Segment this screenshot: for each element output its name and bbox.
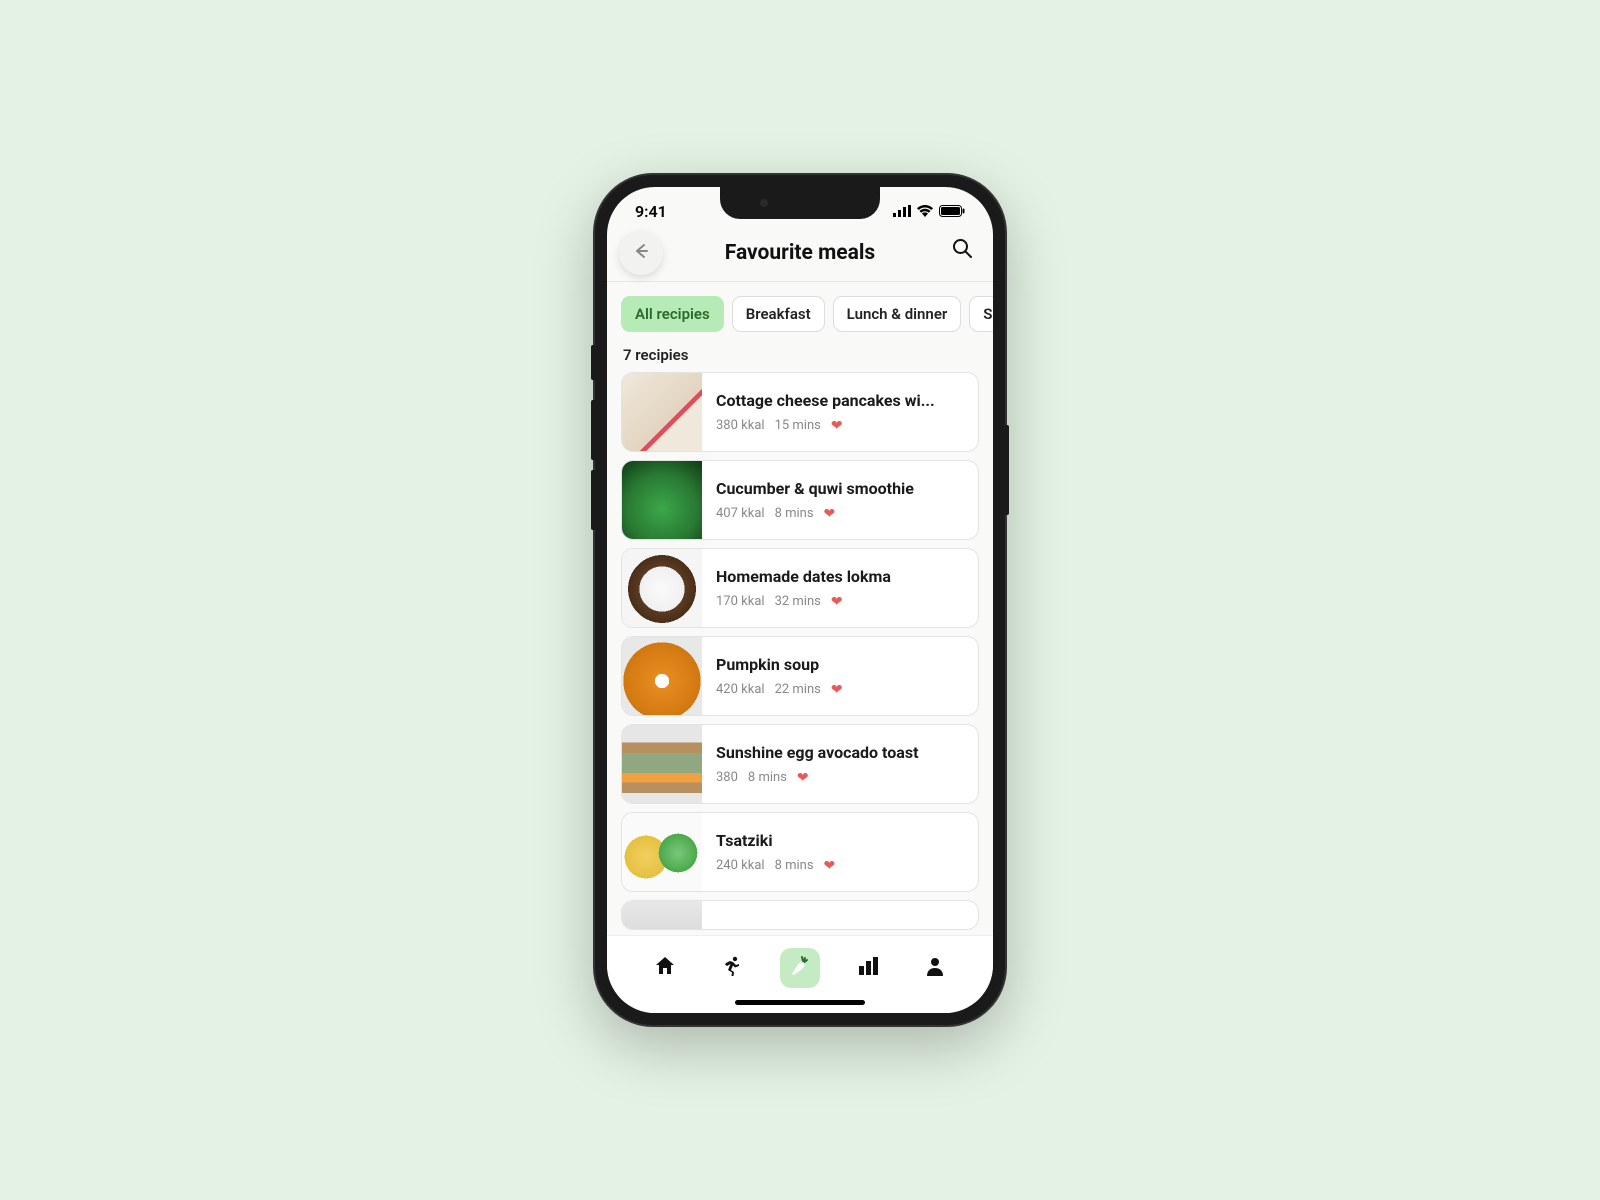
filter-chip-breakfast[interactable]: Breakfast <box>732 296 825 332</box>
tab-activity[interactable] <box>712 948 752 988</box>
recipe-time: 8 mins <box>748 770 787 785</box>
filter-chip-lunch-dinner[interactable]: Lunch & dinner <box>833 296 962 332</box>
recipe-title: Cottage cheese pancakes wi... <box>716 391 964 410</box>
heart-icon[interactable]: ❤ <box>797 770 809 786</box>
recipe-meta: 380 8 mins ❤ <box>716 770 964 786</box>
recipe-count: 7 recipies <box>607 332 993 372</box>
volume-up-button <box>591 400 595 460</box>
notch <box>720 187 880 219</box>
person-icon <box>924 955 946 981</box>
recipe-card[interactable]: Sunshine egg avocado toast 380 8 mins ❤ <box>621 724 979 804</box>
side-button <box>591 345 595 380</box>
recipe-card[interactable]: Cucumber & quwi smoothie 407 kkal 8 mins… <box>621 460 979 540</box>
recipe-meta: 240 kkal 8 mins ❤ <box>716 858 964 874</box>
header: Favourite meals <box>607 235 993 282</box>
recipe-title: Pumpkin soup <box>716 655 964 674</box>
page-title: Favourite meals <box>725 241 875 265</box>
power-button <box>1005 425 1009 515</box>
running-icon <box>721 955 743 981</box>
recipe-card[interactable]: Cottage cheese pancakes wi... 380 kkal 1… <box>621 372 979 452</box>
chart-icon <box>857 955 879 981</box>
recipe-thumbnail <box>622 637 702 716</box>
recipe-time: 32 mins <box>775 594 821 609</box>
tab-profile[interactable] <box>915 948 955 988</box>
filter-row[interactable]: All recipies Breakfast Lunch & dinner Sn… <box>607 282 993 332</box>
home-indicator[interactable] <box>735 1000 865 1005</box>
battery-icon <box>939 202 965 221</box>
status-indicators <box>893 202 965 221</box>
recipe-kcal: 380 kkal <box>716 418 765 433</box>
recipe-card[interactable]: Homemade dates lokma 170 kkal 32 mins ❤ <box>621 548 979 628</box>
recipe-thumbnail <box>622 461 702 540</box>
recipe-thumbnail <box>622 373 702 452</box>
heart-icon[interactable]: ❤ <box>824 858 836 874</box>
tab-home[interactable] <box>645 948 685 988</box>
recipe-meta: 420 kkal 22 mins ❤ <box>716 682 964 698</box>
recipe-meta: 380 kkal 15 mins ❤ <box>716 418 964 434</box>
filter-chip-all[interactable]: All recipies <box>621 296 724 332</box>
home-icon <box>654 955 676 981</box>
recipe-meta: 170 kkal 32 mins ❤ <box>716 594 964 610</box>
recipe-thumbnail <box>622 549 702 628</box>
heart-icon[interactable]: ❤ <box>831 418 843 434</box>
recipe-thumbnail <box>622 813 702 892</box>
recipe-card[interactable] <box>621 900 979 930</box>
search-icon <box>951 244 973 263</box>
recipe-card[interactable]: Pumpkin soup 420 kkal 22 mins ❤ <box>621 636 979 716</box>
recipe-time: 8 mins <box>775 506 814 521</box>
heart-icon[interactable]: ❤ <box>831 594 843 610</box>
recipe-kcal: 170 kkal <box>716 594 765 609</box>
recipe-kcal: 420 kkal <box>716 682 765 697</box>
recipe-card[interactable]: Tsatziki 240 kkal 8 mins ❤ <box>621 812 979 892</box>
wifi-icon <box>917 202 933 221</box>
tab-stats[interactable] <box>848 948 888 988</box>
recipe-title: Sunshine egg avocado toast <box>716 743 964 762</box>
recipe-time: 22 mins <box>775 682 821 697</box>
recipe-thumbnail <box>622 901 702 930</box>
recipe-list[interactable]: Cottage cheese pancakes wi... 380 kkal 1… <box>607 372 993 930</box>
cellular-icon <box>893 202 911 221</box>
recipe-title: Cucumber & quwi smoothie <box>716 479 964 498</box>
recipe-time: 8 mins <box>775 858 814 873</box>
search-button[interactable] <box>951 237 973 263</box>
recipe-kcal: 240 kkal <box>716 858 765 873</box>
recipe-meta: 407 kkal 8 mins ❤ <box>716 506 964 522</box>
phone-frame: 9:41 Favourite meals <box>595 175 1005 1025</box>
tab-nutrition[interactable] <box>780 948 820 988</box>
recipe-kcal: 407 kkal <box>716 506 765 521</box>
carrot-icon <box>789 955 811 981</box>
filter-chip-snacks[interactable]: Snacks <box>969 296 993 332</box>
volume-down-button <box>591 470 595 530</box>
screen: 9:41 Favourite meals <box>607 187 993 1013</box>
recipe-thumbnail <box>622 725 702 804</box>
status-time: 9:41 <box>635 202 667 221</box>
back-button[interactable] <box>619 231 663 275</box>
recipe-title: Homemade dates lokma <box>716 567 964 586</box>
recipe-title: Tsatziki <box>716 831 964 850</box>
tab-bar <box>607 935 993 1013</box>
recipe-time: 15 mins <box>775 418 821 433</box>
arrow-left-icon <box>632 242 650 264</box>
heart-icon[interactable]: ❤ <box>831 682 843 698</box>
heart-icon[interactable]: ❤ <box>824 506 836 522</box>
recipe-kcal: 380 <box>716 770 738 785</box>
